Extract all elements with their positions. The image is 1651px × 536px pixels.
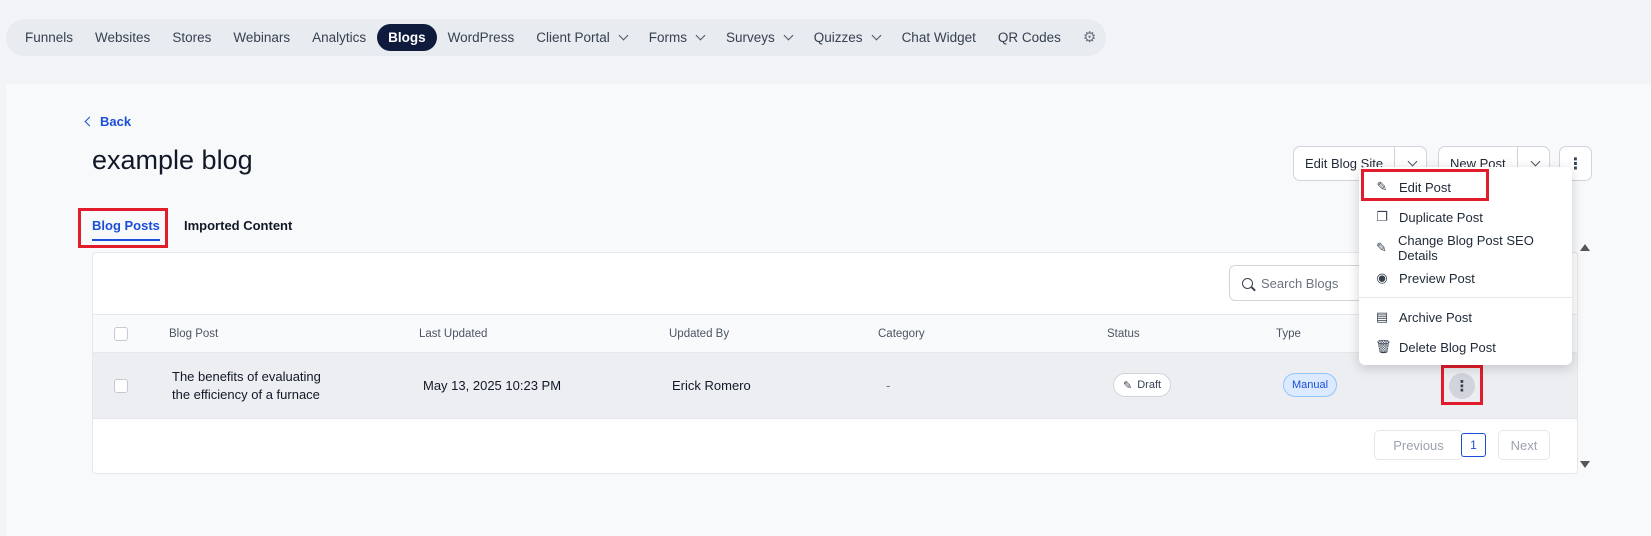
nav-label: Stores [172, 30, 212, 45]
updated-by: Erick Romero [672, 378, 751, 393]
type-badge: Manual [1283, 373, 1338, 397]
nav-client-portal[interactable]: Client Portal [525, 24, 638, 51]
nav-chat-widget[interactable]: Chat Widget [891, 24, 987, 51]
menu-item-archive-post[interactable]: ▤ Archive Post [1369, 303, 1564, 331]
archive-icon: ▤ [1375, 309, 1389, 324]
previous-button[interactable]: Previous [1374, 430, 1463, 460]
top-nav: Funnels Websites Stores Webinars Analyti… [6, 19, 1106, 56]
nav-websites[interactable]: Websites [84, 24, 161, 51]
menu-item-preview-post[interactable]: ◉ Preview Post [1369, 264, 1564, 292]
header-last-updated: Last Updated [419, 328, 488, 340]
highlight-box-row-actions [1441, 365, 1483, 405]
table-row[interactable]: The benefits of evaluating the efficienc… [93, 353, 1577, 419]
chevron-down-icon [1530, 156, 1541, 167]
nav-label: QR Codes [997, 30, 1061, 45]
trash-icon: 🗑 [1375, 339, 1392, 354]
last-updated: May 13, 2025 10:23 PM [423, 378, 562, 393]
copy-icon: ❐ [1376, 209, 1388, 224]
nav-label: WordPress [447, 30, 515, 45]
chevron-down-icon [871, 30, 882, 41]
nav-quizzes[interactable]: Quizzes [803, 24, 891, 51]
pencil-icon: ✎ [1376, 240, 1387, 255]
post-title-line1[interactable]: The benefits of evaluating [172, 369, 321, 384]
back-label: Back [100, 114, 132, 129]
nav-label: Chat Widget [901, 30, 976, 45]
nav-qr-codes[interactable]: QR Codes [987, 24, 1072, 51]
scroll-up-arrow[interactable] [1580, 244, 1590, 251]
nav-label: Quizzes [813, 30, 863, 45]
menu-item-label: Delete Blog Post [1399, 339, 1496, 355]
page-number-current[interactable]: 1 [1461, 433, 1486, 457]
header-category: Category [878, 328, 925, 340]
highlight-box-edit-post [1361, 169, 1489, 201]
next-button[interactable]: Next [1498, 430, 1550, 460]
nav-label: Surveys [726, 30, 775, 45]
gear-icon: ⚙ [1082, 29, 1097, 46]
header-type: Type [1276, 328, 1301, 340]
table-header: Blog Post Last Updated Updated By Catego… [93, 314, 1577, 353]
nav-label: Forms [648, 30, 687, 45]
nav-surveys[interactable]: Surveys [715, 24, 803, 51]
chevron-down-icon [1407, 156, 1418, 167]
nav-label: Analytics [312, 30, 367, 45]
menu-divider [1359, 297, 1572, 298]
menu-item-duplicate-post[interactable]: ❐ Duplicate Post [1369, 203, 1564, 231]
nav-label: Client Portal [536, 30, 610, 45]
page-title: example blog [92, 145, 253, 175]
chevron-down-icon [695, 30, 706, 41]
nav-label: Websites [95, 30, 151, 45]
pencil-icon: ✎ [1123, 379, 1133, 392]
menu-item-delete-post[interactable]: 🗑 Delete Blog Post [1369, 333, 1564, 361]
menu-item-label: Preview Post [1399, 270, 1475, 286]
nav-label: Webinars [233, 30, 291, 45]
nav-wordpress[interactable]: WordPress [437, 24, 526, 51]
chevron-down-icon [783, 30, 794, 41]
status-label: Draft [1137, 379, 1162, 391]
search-input[interactable]: Search Blogs [1229, 265, 1369, 301]
nav-stores[interactable]: Stores [161, 24, 222, 51]
search-icon [1242, 277, 1253, 289]
menu-item-label: Archive Post [1399, 309, 1472, 325]
nav-webinars[interactable]: Webinars [222, 24, 301, 51]
highlight-box-tab [78, 208, 168, 248]
nav-label: Funnels [25, 30, 74, 45]
status-badge: ✎ Draft [1113, 373, 1172, 397]
nav-settings[interactable]: ⚙ [1072, 24, 1107, 51]
menu-item-label: Duplicate Post [1399, 209, 1483, 225]
eye-icon: ◉ [1376, 270, 1388, 285]
post-title-line2[interactable]: the efficiency of a furnace [172, 387, 320, 402]
menu-item-change-seo[interactable]: ✎ Change Blog Post SEO Details [1369, 233, 1564, 263]
nav-analytics[interactable]: Analytics [301, 24, 377, 51]
chevron-left-icon [84, 116, 95, 127]
row-checkbox[interactable] [114, 379, 128, 393]
select-all-checkbox[interactable] [114, 327, 128, 341]
tab-imported-content[interactable]: Imported Content [184, 218, 292, 233]
chevron-down-icon [618, 30, 629, 41]
nav-funnels[interactable]: Funnels [14, 24, 84, 51]
back-link[interactable]: Back [84, 114, 132, 129]
search-placeholder: Search Blogs [1261, 275, 1339, 291]
nav-blogs[interactable]: Blogs [377, 24, 437, 51]
category: - [886, 378, 891, 393]
header-status: Status [1107, 328, 1140, 340]
nav-label: Blogs [388, 30, 426, 45]
header-blog-post: Blog Post [169, 328, 219, 340]
scroll-down-arrow[interactable] [1580, 461, 1590, 468]
menu-item-label: Change Blog Post SEO Details [1397, 233, 1534, 263]
nav-forms[interactable]: Forms [638, 24, 715, 51]
header-updated-by: Updated By [669, 328, 730, 340]
